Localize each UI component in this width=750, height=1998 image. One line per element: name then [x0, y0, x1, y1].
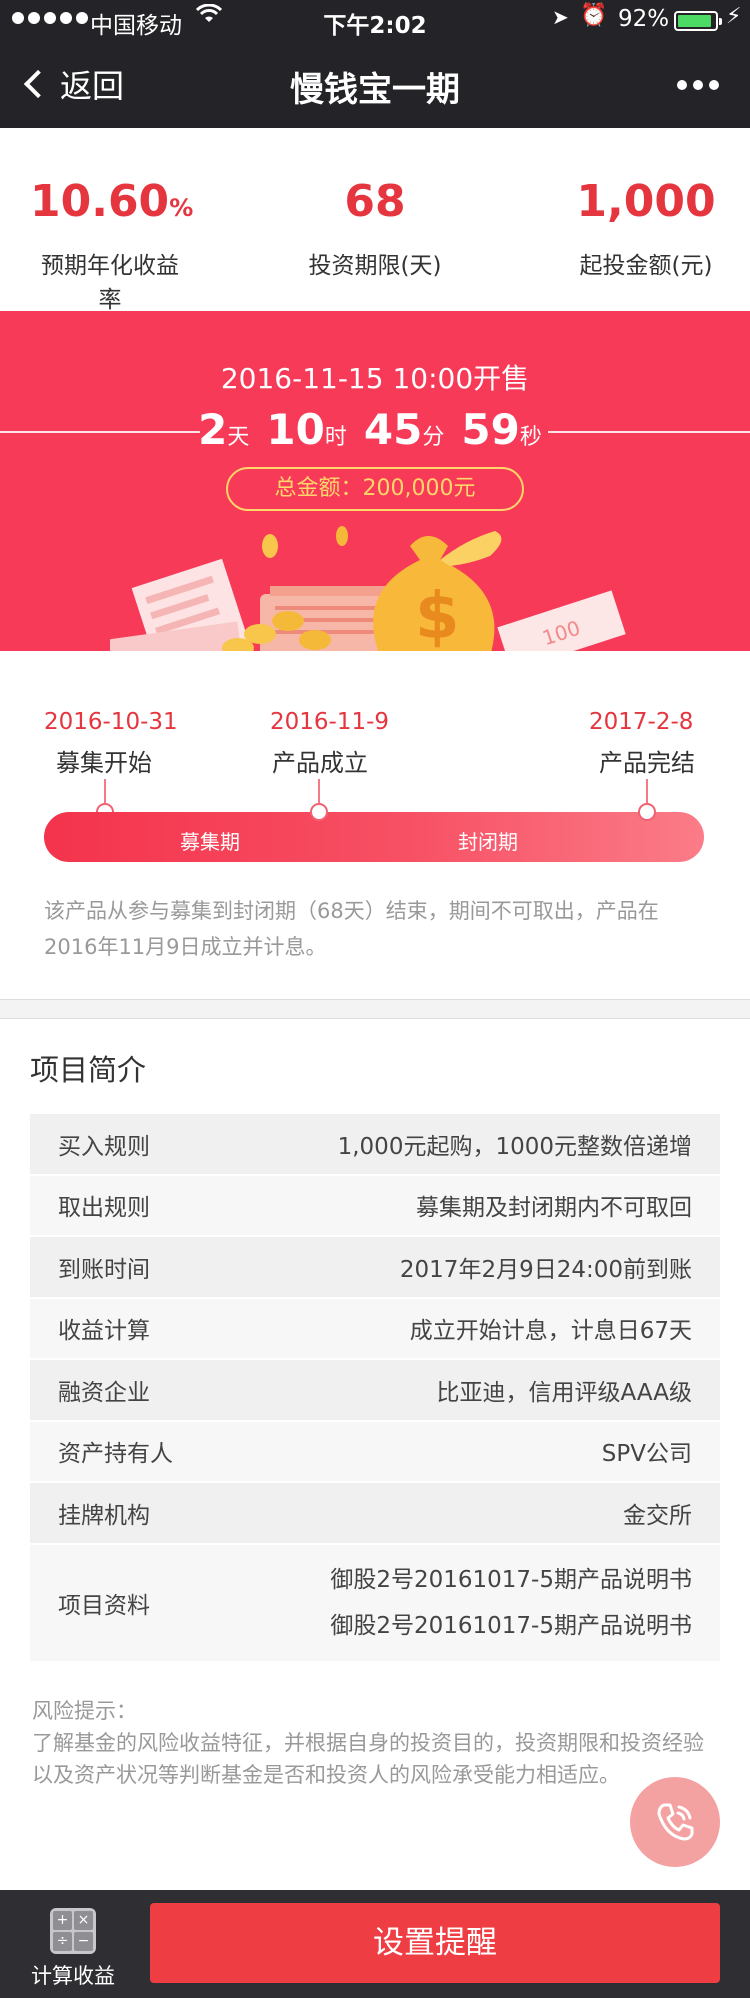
- document-link[interactable]: 御股2号20161017-5期产品说明书: [330, 1603, 692, 1649]
- timeline-tick: [646, 779, 648, 803]
- countdown-days-unit: 天: [227, 425, 250, 450]
- row-key: 项目资料: [58, 1592, 150, 1619]
- bottom-bar: + × ÷ − 计算收益 设置提醒: [0, 1890, 750, 1998]
- countdown-days: 2: [198, 405, 228, 454]
- row-key: 到账时间: [58, 1256, 150, 1283]
- stat-label: 预期年化收益率: [41, 253, 179, 313]
- alarm-icon: ⏰: [580, 3, 608, 28]
- countdown-seconds-unit: 秒: [519, 425, 542, 450]
- page-title: 慢钱宝一期: [290, 70, 460, 110]
- table-row: 收益计算 成立开始计息，计息日67天: [30, 1298, 720, 1360]
- countdown-minutes-unit: 分: [422, 425, 445, 450]
- row-key: 取出规则: [58, 1195, 150, 1222]
- row-value: 金交所: [623, 1502, 692, 1529]
- location-arrow-icon: ➤: [552, 5, 569, 29]
- row-value: 成立开始计息，计息日67天: [409, 1318, 692, 1345]
- phone-icon: [657, 1803, 694, 1841]
- table-row: 到账时间 2017年2月9日24:00前到账: [30, 1237, 720, 1299]
- row-key: 买入规则: [58, 1133, 150, 1160]
- risk-notice: 风险提示： 了解基金的风险收益特征，并根据自身的投资目的，投资期限和投资经验以及…: [32, 1695, 722, 1791]
- timeline-label: 产品成立: [272, 749, 368, 777]
- row-value: 募集期及封闭期内不可取回: [416, 1195, 692, 1222]
- row-key: 融资企业: [58, 1379, 150, 1406]
- money-illustration: $ 100: [110, 526, 626, 651]
- svg-text:$: $: [415, 580, 460, 651]
- battery-icon: [674, 11, 722, 31]
- battery-percent: 92%: [618, 6, 670, 32]
- timeline-date: 2017-2-8: [589, 709, 694, 735]
- timeline-label: 产品完结: [599, 749, 695, 777]
- risk-title: 风险提示：: [32, 1699, 137, 1723]
- timeline-date: 2016-10-31: [44, 709, 178, 735]
- table-row: 融资企业 比亚迪，信用评级AAA级: [30, 1360, 720, 1422]
- timeline-dot: [638, 803, 656, 821]
- product-timeline: 2016-10-31 募集开始 2016-11-9 产品成立 2017-2-8 …: [0, 651, 750, 999]
- countdown-hours-unit: 时: [324, 425, 347, 450]
- stat-label: 起投金额(元): [579, 253, 713, 279]
- stat-value: 10.60: [30, 176, 170, 227]
- table-row: 取出规则 募集期及封闭期内不可取回: [30, 1175, 720, 1237]
- row-value: 比亚迪，信用评级AAA级: [436, 1379, 692, 1406]
- table-row: 资产持有人 SPV公司: [30, 1421, 720, 1483]
- stat-value: 1,000: [576, 176, 716, 227]
- more-options-icon[interactable]: [677, 80, 719, 90]
- row-key: 收益计算: [58, 1318, 150, 1345]
- timeline-tick: [318, 779, 320, 803]
- countdown-hours: 10: [266, 405, 325, 454]
- phase-closed: 封闭期: [458, 830, 518, 854]
- project-intro: 项目简介 买入规则 1,000元起购，1000元整数倍递增 取出规则 募集期及封闭期…: [0, 1019, 750, 1890]
- timeline-tick: [104, 779, 106, 803]
- table-row: 项目资料 御股2号20161017-5期产品说明书 御股2号20161017-5…: [30, 1544, 720, 1663]
- document-link[interactable]: 御股2号20161017-5期产品说明书: [330, 1557, 692, 1603]
- calculate-label: 计算收益: [31, 1964, 115, 1988]
- stat-unit: %: [169, 194, 194, 222]
- stat-term-days: 68 投资期限(天): [295, 180, 455, 280]
- timeline-note: 该产品从参与募集到封闭期（68天）结束，期间不可取出，产品在2016年11月9日…: [44, 899, 659, 959]
- info-table: 买入规则 1,000元起购，1000元整数倍递增 取出规则 募集期及封闭期内不可取回…: [30, 1114, 720, 1663]
- sale-time: 2016-11-15 10:00开售: [220, 362, 530, 395]
- row-key: 资产持有人: [58, 1441, 173, 1468]
- phase-raising: 募集期: [180, 830, 240, 854]
- section-divider: [0, 999, 750, 1019]
- timeline-progress-bar: [44, 812, 704, 862]
- stat-label: 投资期限(天): [308, 253, 442, 279]
- countdown-seconds: 59: [461, 405, 520, 454]
- calculate-earnings-button[interactable]: + × ÷ − 计算收益: [28, 1908, 118, 1990]
- row-value: 2017年2月9日24:00前到账: [399, 1256, 692, 1283]
- row-value: SPV公司: [601, 1441, 692, 1468]
- table-row: 买入规则 1,000元起购，1000元整数倍递增: [30, 1114, 720, 1176]
- section-title: 项目简介: [30, 1053, 147, 1087]
- sale-banner: 2016-11-15 10:00开售 2天 10时 45分 59秒 总金额：20…: [0, 311, 750, 651]
- timeline-date: 2016-11-9: [270, 709, 390, 735]
- top-bar: 中国移动 下午2:02 ➤ ⏰ 92% ⚡ 返回 慢钱宝一期: [0, 0, 750, 128]
- countdown-minutes: 45: [363, 405, 423, 454]
- status-bar: 中国移动 下午2:02 ➤ ⏰ 92% ⚡: [0, 0, 750, 40]
- phone-call-button[interactable]: [630, 1777, 720, 1867]
- countdown-timer: 2天 10时 45分 59秒: [0, 405, 750, 454]
- calculator-icon: + × ÷ −: [50, 1908, 96, 1954]
- charging-icon: ⚡: [726, 4, 742, 29]
- row-key: 挂牌机构: [58, 1502, 150, 1529]
- total-amount-badge: 总金额：200,000元: [226, 467, 524, 511]
- timeline-label: 募集开始: [56, 749, 152, 777]
- risk-text: 了解基金的风险收益特征，并根据自身的投资目的，投资期限和投资经验以及资产状况等判…: [32, 1731, 704, 1787]
- row-value: 1,000元起购，1000元整数倍递增: [337, 1133, 692, 1160]
- product-stats: 10.60% 预期年化收益率 68 投资期限(天) 1,000 起投金额(元): [0, 128, 750, 314]
- stat-annual-yield: 10.60% 预期年化收益率: [30, 180, 194, 314]
- stat-value: 68: [344, 176, 406, 227]
- timeline-dot: [310, 803, 328, 821]
- stat-min-investment: 1,000 起投金额(元): [566, 180, 726, 280]
- set-reminder-button[interactable]: 设置提醒: [150, 1903, 720, 1983]
- table-row: 挂牌机构 金交所: [30, 1483, 720, 1545]
